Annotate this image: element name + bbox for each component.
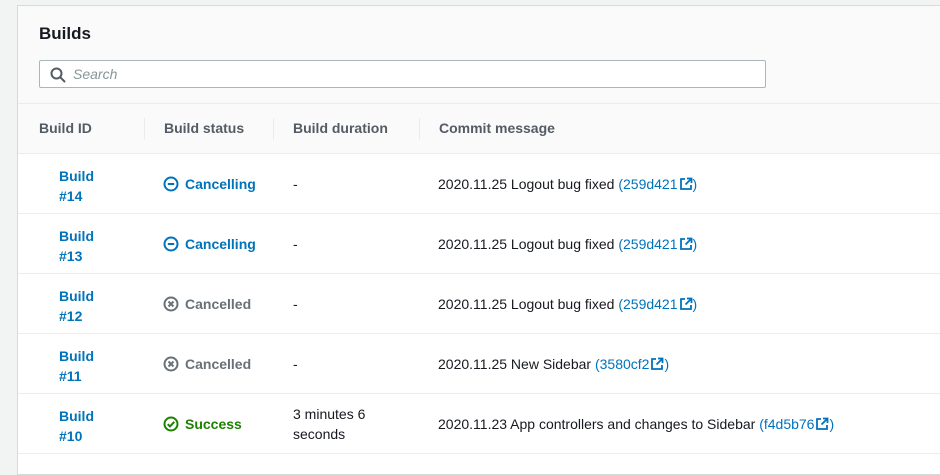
panel-header: Builds bbox=[18, 6, 940, 104]
commit-hash: (3580cf2 bbox=[594, 356, 650, 372]
build-duration: 3 minutes 6 seconds bbox=[293, 404, 413, 444]
column-separator bbox=[273, 118, 274, 140]
build-id-label: Build bbox=[59, 408, 94, 424]
build-status-label: Cancelling bbox=[185, 176, 256, 192]
build-duration-line: - bbox=[293, 176, 298, 192]
commit-message: 2020.11.23 App controllers and changes t… bbox=[438, 414, 834, 434]
column-separator bbox=[419, 118, 420, 140]
build-duration-line: seconds bbox=[293, 426, 346, 442]
column-header-build-status[interactable]: Build status bbox=[164, 104, 244, 153]
column-header-commit-message[interactable]: Commit message bbox=[439, 104, 555, 153]
minus-circle-icon bbox=[163, 236, 179, 252]
commit-message: 2020.11.25 Logout bug fixed (259d421) bbox=[438, 234, 697, 254]
table-row: Build #12 Cancelled - 2020.11.25 Logout bug … bbox=[18, 274, 940, 334]
commit-hash-link[interactable]: (259d421) bbox=[618, 176, 697, 192]
build-duration-line: - bbox=[293, 296, 298, 312]
commit-text: 2020.11.25 Logout bug fixed bbox=[438, 176, 619, 192]
column-header-build-id[interactable]: Build ID bbox=[39, 104, 92, 153]
commit-hash-link[interactable]: (f4d5b76) bbox=[759, 416, 834, 432]
build-id-number: #13 bbox=[59, 248, 83, 264]
build-status-label: Cancelled bbox=[185, 356, 252, 372]
check-circle-icon bbox=[163, 416, 179, 432]
minus-circle-icon bbox=[163, 176, 179, 192]
search-icon bbox=[50, 67, 66, 83]
build-id-link[interactable]: Build #12 bbox=[59, 286, 119, 326]
commit-hash: (259d421 bbox=[618, 236, 678, 252]
external-link-icon bbox=[651, 357, 664, 370]
search-box[interactable] bbox=[39, 60, 766, 88]
commit-hash-close: ) bbox=[829, 416, 835, 432]
build-id-link[interactable]: Build #13 bbox=[59, 226, 119, 266]
build-status: Cancelled bbox=[163, 354, 251, 374]
commit-hash-close: ) bbox=[692, 296, 698, 312]
commit-hash-link[interactable]: (3580cf2) bbox=[595, 356, 669, 372]
x-circle-icon bbox=[163, 296, 179, 312]
build-id-link[interactable]: Build #14 bbox=[59, 166, 119, 206]
build-id-link[interactable]: Build #11 bbox=[59, 346, 119, 386]
build-status: Cancelling bbox=[163, 234, 256, 254]
build-duration: - bbox=[293, 354, 413, 374]
commit-hash-link[interactable]: (259d421) bbox=[618, 296, 697, 312]
commit-hash-close: ) bbox=[692, 176, 698, 192]
commit-text: 2020.11.23 App controllers and changes t… bbox=[438, 416, 760, 432]
build-duration-line: - bbox=[293, 236, 298, 252]
build-status-label: Cancelled bbox=[185, 296, 252, 312]
table-row: Build #14 Cancelling - 2020.11.25 Logout bug… bbox=[18, 154, 940, 214]
commit-text: 2020.11.25 New Sidebar bbox=[438, 356, 595, 372]
table-row: Build #13 Cancelling - 2020.11.25 Logout bug… bbox=[18, 214, 940, 274]
build-status: Cancelled bbox=[163, 294, 251, 314]
commit-hash: (259d421 bbox=[618, 296, 678, 312]
page-title: Builds bbox=[39, 24, 91, 43]
build-id-label: Build bbox=[59, 348, 94, 364]
build-id-number: #11 bbox=[59, 368, 82, 384]
external-link-icon bbox=[679, 177, 692, 190]
build-duration-line: 3 minutes 6 bbox=[293, 406, 366, 422]
build-id-label: Build bbox=[59, 288, 94, 304]
external-link-icon bbox=[679, 297, 692, 310]
build-status-label: Success bbox=[185, 416, 242, 432]
commit-hash-close: ) bbox=[692, 236, 698, 252]
build-id-number: #14 bbox=[59, 188, 83, 204]
build-id-label: Build bbox=[59, 168, 94, 184]
table-row: Build #11 Cancelled - 2020.11.25 New Sidebar… bbox=[18, 334, 940, 394]
commit-text: 2020.11.25 Logout bug fixed bbox=[438, 296, 619, 312]
x-circle-icon bbox=[163, 356, 179, 372]
commit-message: 2020.11.25 Logout bug fixed (259d421) bbox=[438, 294, 697, 314]
build-id-number: #10 bbox=[59, 428, 83, 444]
commit-hash: (259d421 bbox=[618, 176, 678, 192]
build-status: Cancelling bbox=[163, 174, 256, 194]
build-duration: - bbox=[293, 174, 413, 194]
build-id-link[interactable]: Build #10 bbox=[59, 406, 119, 446]
commit-message: 2020.11.25 New Sidebar (3580cf2) bbox=[438, 354, 669, 374]
builds-panel: Builds Build ID Build status Build durat… bbox=[17, 5, 940, 475]
build-duration-line: - bbox=[293, 356, 298, 372]
commit-hash: (f4d5b76 bbox=[759, 416, 815, 432]
build-duration: - bbox=[293, 234, 413, 254]
table-row: Build #10 Success 3 minutes 6 seconds 2020.11… bbox=[18, 394, 940, 454]
commit-hash-link[interactable]: (259d421) bbox=[618, 236, 697, 252]
external-link-icon bbox=[679, 237, 692, 250]
commit-hash-close: ) bbox=[664, 356, 670, 372]
build-id-number: #12 bbox=[59, 308, 83, 324]
external-link-icon bbox=[816, 417, 829, 430]
column-header-build-duration[interactable]: Build duration bbox=[293, 104, 388, 153]
commit-text: 2020.11.25 Logout bug fixed bbox=[438, 236, 619, 252]
search-input[interactable] bbox=[73, 61, 753, 87]
table-header: Build ID Build status Build duration Com… bbox=[18, 104, 940, 154]
column-separator bbox=[144, 118, 145, 140]
commit-message: 2020.11.25 Logout bug fixed (259d421) bbox=[438, 174, 697, 194]
build-status: Success bbox=[163, 414, 242, 434]
build-status-label: Cancelling bbox=[185, 236, 256, 252]
build-duration: - bbox=[293, 294, 413, 314]
build-id-label: Build bbox=[59, 228, 94, 244]
